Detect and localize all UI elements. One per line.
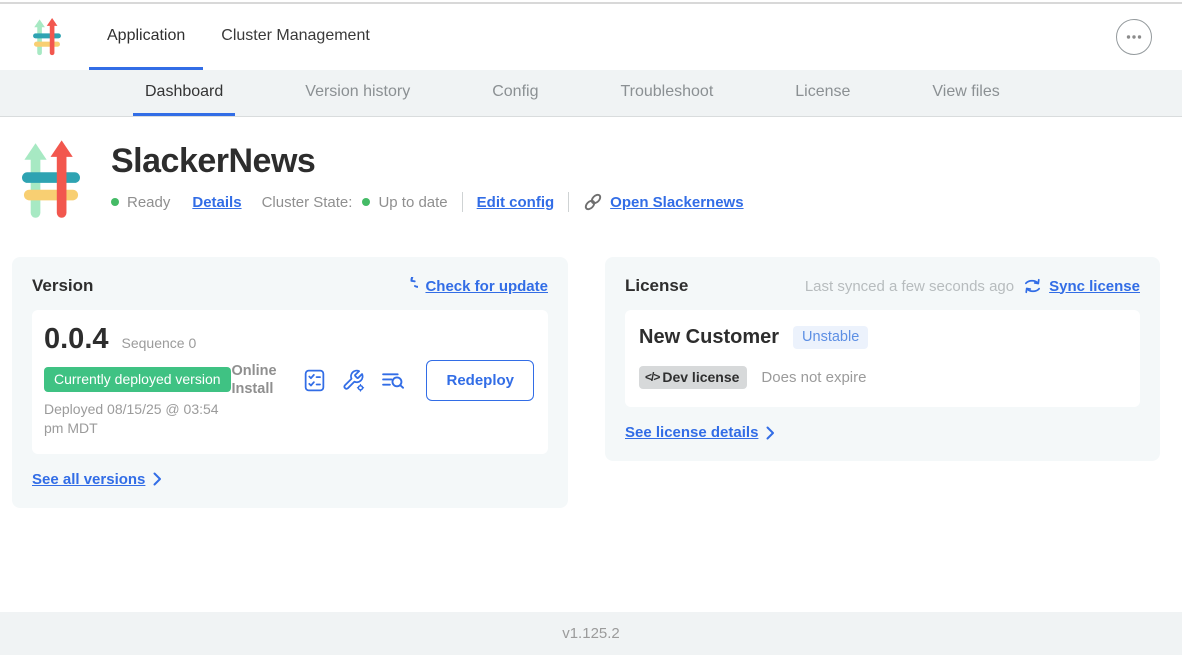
console-footer: v1.125.2 — [0, 612, 1182, 655]
version-number: 0.0.4 — [44, 323, 109, 356]
tab-version-history[interactable]: Version history — [293, 70, 422, 116]
license-card: License Last synced a few seconds ago — [605, 257, 1160, 461]
tab-cluster-management-label: Cluster Management — [221, 27, 370, 45]
app-header: SlackerNews Ready Details Cluster State:… — [22, 140, 1160, 222]
tab-license[interactable]: License — [783, 70, 862, 116]
version-actions: Online Install — [231, 360, 534, 401]
cluster-state-label: Cluster State: — [262, 194, 353, 211]
open-app-label: Open Slackernews — [610, 194, 743, 211]
channel-badge: Unstable — [793, 326, 868, 349]
last-synced-text: Last synced a few seconds ago — [805, 278, 1014, 295]
details-link[interactable]: Details — [192, 194, 241, 211]
current-version-panel: 0.0.4 Sequence 0 Currently deployed vers… — [32, 310, 548, 454]
tab-view-files[interactable]: View files — [920, 70, 1011, 116]
app-status-row: Ready Details Cluster State: Up to date … — [111, 192, 744, 212]
see-all-versions-label: See all versions — [32, 471, 145, 488]
license-card-header: License Last synced a few seconds ago — [625, 276, 1140, 296]
version-info: 0.0.4 Sequence 0 Currently deployed vers… — [44, 323, 231, 438]
license-type-label: Dev license — [662, 369, 739, 385]
license-card-title: License — [625, 276, 688, 296]
tab-application-label: Application — [107, 27, 185, 45]
sync-icon — [1023, 277, 1042, 295]
edit-config-link[interactable]: Edit config — [477, 194, 555, 211]
tab-config[interactable]: Config — [480, 70, 550, 116]
page-title: SlackerNews — [111, 142, 744, 181]
redeploy-button-label: Redeploy — [446, 372, 514, 389]
app-status-text: Ready — [127, 194, 170, 211]
details-link-label: Details — [192, 194, 241, 211]
top-nav-tabs: Application Cluster Management — [89, 4, 388, 70]
admin-console-page: Application Cluster Management Dashboard… — [0, 0, 1182, 655]
tab-version-history-label: Version history — [305, 83, 410, 101]
console-version: v1.125.2 — [562, 625, 620, 642]
customer-name: New Customer — [639, 326, 779, 349]
code-icon: </> — [645, 370, 659, 384]
check-for-update-label: Check for update — [425, 278, 548, 295]
chevron-right-icon — [766, 426, 775, 440]
edit-config-label: Edit config — [477, 194, 555, 211]
see-license-details-label: See license details — [625, 424, 758, 441]
dashboard-cards: Version Check for update — [12, 257, 1160, 508]
sequence-label: Sequence 0 — [122, 335, 197, 351]
app-title-block: SlackerNews Ready Details Cluster State:… — [111, 140, 744, 222]
config-wrench-icon[interactable] — [341, 368, 366, 393]
chain-link-icon — [583, 192, 603, 212]
sync-license-label: Sync license — [1049, 278, 1140, 295]
dashboard-content: SlackerNews Ready Details Cluster State:… — [0, 117, 1182, 508]
tab-troubleshoot[interactable]: Troubleshoot — [608, 70, 725, 116]
deploy-logs-icon[interactable] — [380, 368, 406, 393]
tab-config-label: Config — [492, 83, 538, 101]
tab-cluster-management[interactable]: Cluster Management — [203, 4, 388, 70]
chevron-right-icon — [153, 472, 162, 486]
tab-application[interactable]: Application — [89, 4, 203, 70]
license-details-panel: New Customer Unstable </> Dev license Do… — [625, 310, 1140, 407]
app-sub-nav: Dashboard Version history Config Trouble… — [0, 70, 1182, 117]
see-license-details-link[interactable]: See license details — [625, 424, 758, 441]
ellipsis-icon — [1123, 26, 1145, 48]
tab-license-label: License — [795, 83, 850, 101]
more-menu-button[interactable] — [1116, 19, 1152, 55]
install-type-label: Online Install — [231, 362, 283, 398]
check-for-update-link[interactable]: Check for update — [399, 277, 548, 296]
app-status-dot — [111, 198, 119, 206]
tab-dashboard-label: Dashboard — [145, 83, 223, 101]
tab-troubleshoot-label: Troubleshoot — [620, 83, 713, 101]
version-card: Version Check for update — [12, 257, 568, 508]
cluster-status-dot — [362, 198, 370, 206]
divider — [462, 192, 463, 212]
tab-dashboard[interactable]: Dashboard — [133, 70, 235, 116]
cluster-state-text: Up to date — [378, 194, 447, 211]
deployed-timestamp: Deployed 08/15/25 @ 03:54 pm MDT — [44, 400, 231, 438]
see-all-versions-link[interactable]: See all versions — [32, 471, 145, 488]
open-app-link[interactable]: Open Slackernews — [583, 192, 743, 212]
app-logo-large — [22, 140, 80, 222]
top-nav: Application Cluster Management — [0, 4, 1182, 70]
redeploy-button[interactable]: Redeploy — [426, 360, 534, 401]
sync-license-link[interactable]: Sync license — [1023, 277, 1140, 295]
version-card-title: Version — [32, 276, 93, 296]
preflight-checks-icon[interactable] — [302, 368, 327, 393]
license-type-badge: </> Dev license — [639, 366, 747, 389]
app-logo-icon[interactable] — [33, 18, 61, 57]
divider — [568, 192, 569, 212]
deployed-badge: Currently deployed version — [44, 367, 231, 392]
refresh-icon — [399, 277, 418, 296]
version-card-header: Version Check for update — [32, 276, 548, 296]
tab-view-files-label: View files — [932, 83, 999, 101]
expiration-text: Does not expire — [761, 369, 866, 386]
